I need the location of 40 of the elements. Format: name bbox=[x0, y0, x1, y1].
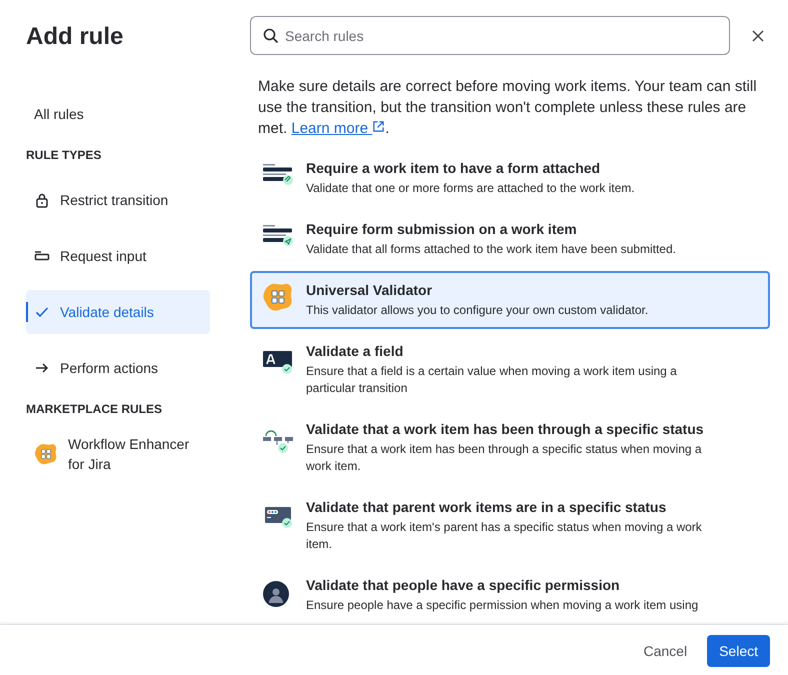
rule-option[interactable]: Require form submission on a work item Validate that all forms attached to the work item have been submitted. bbox=[250, 210, 770, 268]
sidebar-item[interactable]: Perform actions bbox=[26, 346, 210, 390]
sidebar-item[interactable]: Validate details bbox=[26, 290, 210, 334]
rule-title: Validate that people have a specific permission bbox=[306, 576, 621, 594]
rule-description: Ensure that a work item's parent has a specific status when moving a work item. bbox=[306, 519, 703, 553]
section-heading: MARKETPLACE RULES bbox=[26, 402, 164, 416]
description-text: Make sure details are correct before moving work items. Your team can still use the transition, but the transition won't complete unless these rules are met. Learn more . bbox=[258, 77, 758, 139]
rule-description: Validate that one or more forms are attached to the work item. bbox=[306, 180, 636, 197]
select-button[interactable]: Select bbox=[707, 634, 770, 666]
section-heading: RULE TYPES bbox=[26, 148, 102, 162]
external-link-icon bbox=[372, 120, 386, 133]
rule-description: Ensure that a field is a certain value when moving a work item using a particular transition bbox=[306, 363, 678, 397]
close-icon bbox=[750, 28, 766, 44]
rule-option[interactable]: Require a work item to have a form attached Validate that one or more forms are attached to the work item. bbox=[250, 149, 770, 207]
sidebar-item[interactable]: Restrict transition bbox=[26, 178, 210, 222]
rule-title: Universal Validator bbox=[306, 281, 434, 299]
lock-icon bbox=[34, 192, 50, 208]
rule-option[interactable]: Validate that people have a specific permission Ensure people have a specific permission when moving a work item using bbox=[250, 566, 770, 624]
rule-option[interactable]: Universal Validator This validator allows you to configure your own custom validator. bbox=[250, 271, 770, 329]
dialog-title: Add rule bbox=[26, 22, 124, 52]
rule-description: Ensure people have a specific permission when moving a work item using bbox=[306, 597, 700, 614]
rule-title: Require form submission on a work item bbox=[306, 220, 578, 238]
sidebar-item[interactable]: Request input bbox=[26, 234, 210, 278]
rule-option[interactable]: Validate that parent work items are in a specific status Ensure that a work item's parent has a specific status when moving a work item. bbox=[250, 488, 770, 563]
learn-more-link[interactable]: Learn more bbox=[291, 120, 386, 137]
sidebar-item[interactable]: All rules bbox=[26, 92, 210, 136]
app-logo-icon bbox=[262, 281, 294, 313]
rule-description: Ensure that a work item has been through a specific status when moving a work item. bbox=[306, 441, 703, 475]
rule-title: Validate a field bbox=[306, 342, 404, 360]
rule-option[interactable]: Validate that a work item has been through a specific status Ensure that a work item has been through a specific status when moving a work item. bbox=[250, 410, 770, 485]
rule-title: Validate that parent work items are in a specific status bbox=[306, 498, 668, 516]
rule-description: Validate that all forms attached to the work item have been submitted. bbox=[306, 241, 677, 258]
rule-option[interactable]: Validate a field Ensure that a field is a certain value when moving a work item using a particular transition bbox=[250, 332, 770, 407]
search-field[interactable]: Search rules bbox=[250, 16, 730, 55]
app-logo-icon bbox=[34, 442, 58, 466]
rule-description: This validator allows you to configure your own custom validator. bbox=[306, 302, 650, 319]
rule-title: Require a work item to have a form attached bbox=[306, 159, 602, 177]
sidebar-item[interactable]: Workflow Enhancer for Jira bbox=[26, 432, 210, 476]
cancel-button[interactable]: Cancel bbox=[631, 634, 700, 666]
rule-title: Validate that a work item has been through a specific status bbox=[306, 420, 705, 438]
